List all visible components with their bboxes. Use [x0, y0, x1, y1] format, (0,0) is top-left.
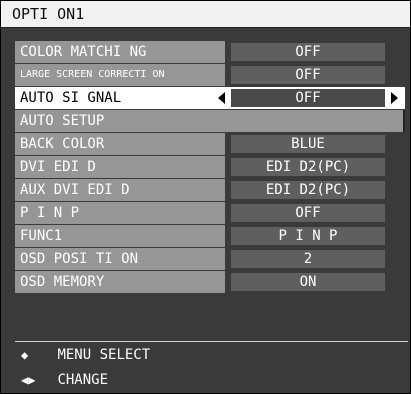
option-row-dvi-edid[interactable]: DVI EDI D EDI D2(PC) — [15, 156, 405, 178]
option-row-osd-position[interactable]: OSD POSI TI ON 2 — [15, 248, 405, 270]
option-value[interactable]: EDI D2(PC) — [231, 158, 385, 176]
option-list: COLOR MATCHI NG OFF LARGE SCREEN CORRECT… — [15, 41, 405, 294]
option-row-pinp[interactable]: P I N P OFF — [15, 202, 405, 224]
option-label: LARGE SCREEN CORRECTI ON — [15, 64, 225, 86]
menu-title: OPTI ON1 — [1, 1, 410, 28]
option-label: AUX DVI EDI D — [15, 179, 225, 201]
option-label: BACK COLOR — [15, 133, 225, 155]
option-row-auto-setup[interactable]: AUTO SETUP — [15, 110, 405, 132]
option-value[interactable]: EDI D2(PC) — [231, 181, 385, 199]
option-value[interactable]: OFF — [231, 89, 385, 107]
option-label: OSD MEMORY — [15, 271, 225, 293]
right-arrow-icon[interactable] — [391, 92, 398, 104]
option-row-osd-memory[interactable]: OSD MEMORY ON — [15, 271, 405, 293]
up-down-arrows-icon: ◆ — [21, 348, 29, 362]
option-row-color-matching[interactable]: COLOR MATCHI NG OFF — [15, 41, 405, 63]
left-arrow-icon[interactable] — [218, 92, 225, 104]
option-label: AUTO SI GNAL — [15, 87, 225, 109]
option-value[interactable]: P I N P — [231, 227, 385, 245]
option1-menu: OPTI ON1 COLOR MATCHI NG OFF LARGE SCREE… — [0, 0, 411, 394]
left-right-arrows-icon: ◀▶ — [21, 373, 36, 387]
option-row-aux-dvi-edid[interactable]: AUX DVI EDI D EDI D2(PC) — [15, 179, 405, 201]
option-value[interactable]: 2 — [231, 250, 385, 268]
option-label: P I N P — [15, 202, 225, 224]
footer-divider — [15, 341, 408, 342]
option-value[interactable]: OFF — [231, 66, 385, 84]
option-label: AUTO SETUP — [15, 110, 405, 132]
hint-change: ◀▶ CHANGE — [21, 370, 108, 390]
hint-label: MENU SELECT — [57, 347, 151, 363]
option-row-auto-signal[interactable]: AUTO SI GNAL OFF — [15, 87, 405, 109]
option-value[interactable]: OFF — [231, 204, 385, 222]
option-row-large-screen-correction[interactable]: LARGE SCREEN CORRECTI ON OFF — [15, 64, 405, 86]
option-label: OSD POSI TI ON — [15, 248, 225, 270]
option-label: FUNC1 — [15, 225, 225, 247]
option-value[interactable]: OFF — [231, 43, 385, 61]
option-label: COLOR MATCHI NG — [15, 41, 225, 63]
option-value[interactable]: ON — [231, 273, 385, 291]
option-value[interactable]: BLUE — [231, 135, 385, 153]
option-row-func1[interactable]: FUNC1 P I N P — [15, 225, 405, 247]
hint-label: CHANGE — [57, 372, 109, 388]
hint-menu-select: ◆ MENU SELECT — [21, 345, 150, 365]
option-label: DVI EDI D — [15, 156, 225, 178]
option-row-back-color[interactable]: BACK COLOR BLUE — [15, 133, 405, 155]
